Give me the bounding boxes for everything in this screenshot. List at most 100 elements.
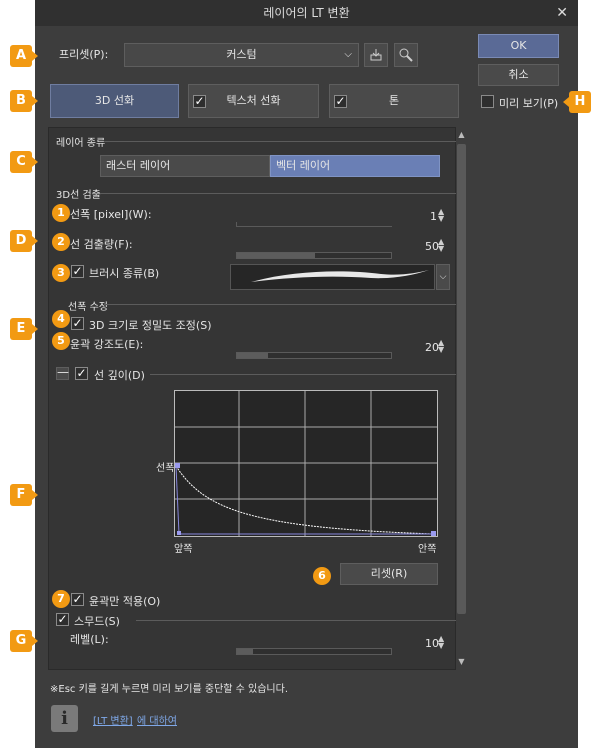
divider: [104, 141, 456, 142]
preset-label: 프리셋(P):: [59, 48, 109, 61]
window-title: 레이어의 LT 변환: [263, 6, 350, 20]
callout-h: H: [563, 91, 591, 113]
callout-g: G: [10, 630, 38, 652]
wrench-icon[interactable]: [394, 43, 418, 67]
spin-icon[interactable]: ▲ ▼: [438, 635, 444, 650]
scroll-thumb[interactable]: [457, 144, 466, 614]
level-slider[interactable]: [236, 648, 392, 655]
brush-type-label: 브러시 종류(B): [89, 267, 160, 280]
callout-a: A: [10, 45, 38, 67]
slider-fill: [237, 353, 268, 358]
precision-checkbox[interactable]: ✓: [71, 317, 84, 330]
info-icon: i: [51, 705, 78, 732]
smooth-checkbox[interactable]: ✓: [56, 613, 69, 626]
close-icon[interactable]: ✕: [556, 0, 568, 26]
texture-mode-button[interactable]: ✓ 텍스처 선화: [188, 84, 319, 118]
reset-button[interactable]: 리셋(R): [340, 563, 438, 585]
line-fix-heading: 선폭 수정: [68, 302, 108, 313]
emphasis-slider[interactable]: [236, 352, 392, 359]
help-link[interactable]: [LT 변환]: [93, 712, 133, 727]
detect-amount-value: 50: [425, 240, 439, 253]
spin-icon[interactable]: ▲ ▼: [438, 238, 444, 253]
outline-only-checkbox[interactable]: ✓: [71, 593, 84, 606]
callout-3: 3: [52, 264, 70, 282]
layer-type-heading: 레이어 종류: [56, 138, 106, 149]
curve-handle[interactable]: [431, 531, 436, 536]
precision-label: 3D 크기로 정밀도 조정(S): [89, 319, 212, 332]
ok-button[interactable]: OK: [478, 34, 559, 58]
chevron-down-icon[interactable]: ⌵: [436, 264, 450, 290]
graph-x-back-label: 안쪽: [418, 544, 437, 555]
slider-fill: [237, 649, 253, 654]
curve-canvas: [175, 391, 437, 536]
texture-mode-label: 텍스처 선화: [226, 94, 281, 107]
curve-handle[interactable]: [175, 463, 180, 468]
chevron-down-icon: ⌵: [344, 49, 352, 60]
callout-f: F: [10, 484, 38, 506]
brush-stroke-icon: [251, 270, 429, 282]
slider-fill: [237, 253, 315, 258]
reset-label: 리셋(R): [370, 567, 408, 580]
smooth-label: 스무드(S): [74, 615, 120, 628]
line-mode-button[interactable]: 3D 선화: [50, 84, 179, 118]
callout-c: C: [10, 151, 38, 173]
cancel-button[interactable]: 취소: [478, 64, 559, 86]
graph-x-front-label: 앞쪽: [174, 544, 193, 555]
callout-d: D: [10, 230, 38, 252]
scrollbar[interactable]: ▲ ▼: [456, 130, 467, 667]
texture-checkbox[interactable]: ✓: [193, 95, 206, 108]
preview-checkbox[interactable]: [481, 95, 494, 108]
curve-segment: [175, 465, 180, 535]
ok-label: OK: [510, 39, 527, 52]
emphasis-label: 윤곽 강조도(E):: [70, 338, 144, 351]
tone-mode-label: 톤: [388, 94, 400, 107]
curve-handle[interactable]: [177, 531, 181, 535]
callout-6: 6: [313, 567, 331, 585]
outline-only-label: 윤곽만 적용(O): [89, 595, 161, 608]
emphasis-value: 20: [425, 341, 439, 354]
save-preset-icon[interactable]: [364, 43, 388, 67]
callout-4: 4: [52, 310, 70, 328]
tone-checkbox[interactable]: ✓: [334, 95, 347, 108]
line-mode-label: 3D 선화: [94, 94, 135, 107]
raster-layer-tab[interactable]: 래스터 레이어: [100, 155, 270, 177]
scroll-up-icon[interactable]: ▲: [456, 130, 467, 140]
callout-e: E: [10, 318, 38, 340]
grid-lines: [175, 391, 437, 536]
divider: [136, 620, 456, 621]
preset-value: 커스텀: [226, 48, 257, 61]
divider: [150, 374, 456, 375]
callout-1: 1: [52, 204, 70, 222]
vector-layer-tab[interactable]: 벡터 레이어: [270, 155, 440, 177]
graph-y-label: 선폭: [156, 463, 175, 474]
esc-note: ※Esc 키를 길게 누르면 미리 보기를 중단할 수 있습니다.: [50, 684, 289, 695]
line-width-slider[interactable]: [236, 222, 392, 227]
scroll-down-icon[interactable]: ▼: [456, 657, 467, 667]
detect-amount-slider[interactable]: [236, 252, 392, 259]
level-label: 레벨(L):: [70, 633, 109, 646]
line-width-label: 선폭 [pixel](W):: [70, 208, 152, 221]
help-link-text[interactable]: [LT 변환]: [93, 716, 133, 727]
spin-icon[interactable]: ▲ ▼: [438, 339, 444, 354]
callout-5: 5: [52, 332, 70, 350]
depth-curve-graph[interactable]: [174, 390, 438, 537]
title-bar: 레이어의 LT 변환 ✕: [35, 0, 578, 26]
vector-label: 벡터 레이어: [276, 159, 331, 172]
help-link-suffix[interactable]: 에 대하여: [137, 712, 177, 727]
line-width-value: 1: [430, 210, 437, 223]
spin-icon[interactable]: ▲ ▼: [438, 208, 444, 223]
cancel-label: 취소: [508, 68, 529, 81]
collapse-icon[interactable]: —: [56, 366, 69, 380]
callout-7: 7: [52, 590, 70, 608]
tone-mode-button[interactable]: ✓ 톤: [329, 84, 459, 118]
line-detect-heading: 3D선 검출: [56, 190, 101, 201]
brush-type-checkbox[interactable]: ✓: [71, 265, 84, 278]
preset-select[interactable]: 커스텀 ⌵: [124, 43, 359, 67]
line-depth-label: 선 깊이(D): [94, 369, 145, 382]
brush-preview[interactable]: [230, 264, 435, 290]
detect-amount-label: 선 검출량(F):: [70, 238, 133, 251]
callout-b: B: [10, 90, 38, 112]
level-value: 10: [425, 637, 439, 650]
line-depth-checkbox[interactable]: ✓: [75, 367, 88, 380]
callout-2: 2: [52, 233, 70, 251]
